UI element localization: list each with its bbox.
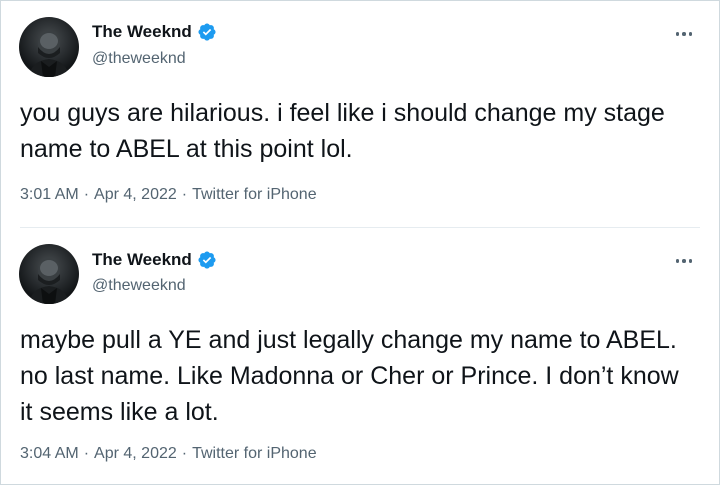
tweet-text: maybe pull a YE and just legally change … bbox=[20, 326, 679, 426]
tweet-meta: 3:01 AM · Apr 4, 2022 · Twitter for iPhone bbox=[20, 185, 317, 205]
avatar[interactable] bbox=[19, 244, 79, 304]
dot bbox=[682, 259, 686, 263]
tweet-source[interactable]: Twitter for iPhone bbox=[192, 186, 317, 203]
dot bbox=[675, 259, 680, 263]
avatar-portrait-icon bbox=[29, 258, 69, 304]
dot bbox=[675, 32, 680, 36]
avatar-portrait-icon bbox=[29, 31, 69, 77]
tweet-text: you guys are hilarious. i feel like i sh… bbox=[20, 99, 665, 163]
verified-badge-icon bbox=[197, 250, 217, 270]
tweet-source[interactable]: Twitter for iPhone bbox=[192, 445, 317, 462]
tweet: The Weeknd @theweeknd maybe pull a YE an… bbox=[1, 227, 719, 484]
author-name-row: The Weeknd bbox=[92, 249, 217, 271]
author-handle[interactable]: @theweeknd bbox=[92, 276, 186, 296]
verified-badge-icon bbox=[197, 22, 217, 42]
more-options-button[interactable] bbox=[671, 251, 697, 271]
author-name-row: The Weeknd bbox=[92, 21, 217, 43]
tweet-time[interactable]: 3:01 AM bbox=[20, 186, 79, 203]
dot bbox=[682, 32, 686, 36]
dot bbox=[688, 32, 693, 36]
more-options-button[interactable] bbox=[671, 24, 697, 44]
tweet-time[interactable]: 3:04 AM bbox=[20, 445, 79, 462]
meta-separator: · bbox=[83, 186, 90, 203]
tweet-date[interactable]: Apr 4, 2022 bbox=[94, 186, 177, 203]
tweet: The Weeknd @theweeknd you guys are hilar… bbox=[1, 1, 719, 227]
dot bbox=[688, 259, 693, 263]
display-name[interactable]: The Weeknd bbox=[92, 249, 192, 271]
meta-separator: · bbox=[83, 445, 90, 462]
meta-separator: · bbox=[181, 186, 188, 203]
avatar[interactable] bbox=[19, 17, 79, 77]
tweet-meta: 3:04 AM · Apr 4, 2022 · Twitter for iPhone bbox=[20, 444, 317, 464]
author-handle[interactable]: @theweeknd bbox=[92, 49, 186, 69]
tweet-date[interactable]: Apr 4, 2022 bbox=[94, 445, 177, 462]
display-name[interactable]: The Weeknd bbox=[92, 21, 192, 43]
tweet-screenshot-frame: The Weeknd @theweeknd you guys are hilar… bbox=[0, 0, 720, 485]
meta-separator: · bbox=[181, 445, 188, 462]
